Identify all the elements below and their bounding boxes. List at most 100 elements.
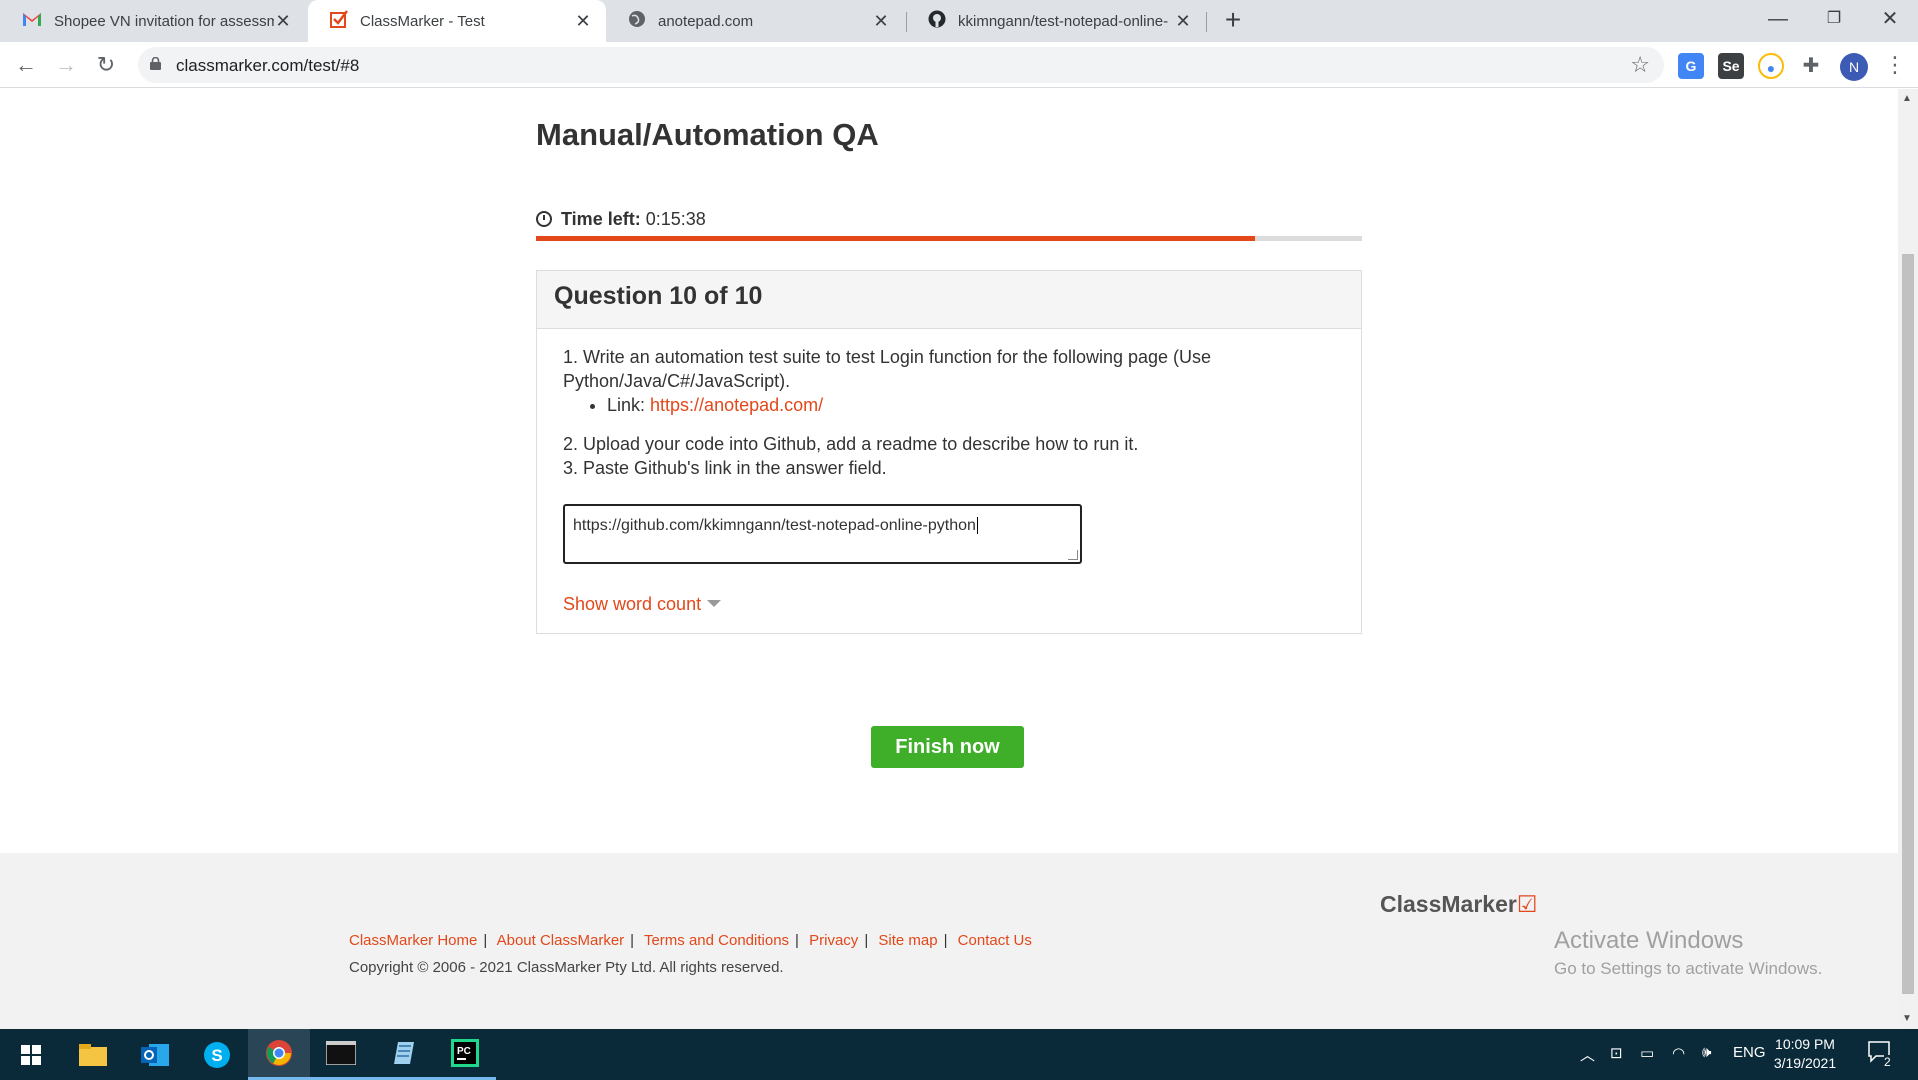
anotepad-link[interactable]: https://anotepad.com/ <box>650 395 823 415</box>
answer-value: https://github.com/kkimngann/test-notepa… <box>573 517 976 534</box>
time-progress-bar <box>536 236 1362 241</box>
classmarker-logo: ClassMarker☑ <box>1380 891 1537 918</box>
classmarker-icon <box>330 10 348 32</box>
footer-links: ClassMarker Home | About ClassMarker | Ter… <box>349 932 1032 949</box>
footer-link-sitemap[interactable]: Site map <box>878 932 937 949</box>
footer-link-contact[interactable]: Contact Us <box>958 932 1032 949</box>
footer-link-privacy[interactable]: Privacy <box>809 932 858 949</box>
question-panel: Question 10 of 10 1. Write an automation… <box>536 270 1362 634</box>
close-icon[interactable]: ✕ <box>574 11 592 32</box>
question-body: 1. Write an automation test suite to tes… <box>537 329 1361 632</box>
time-left: Time left: 0:15:38 <box>536 209 706 230</box>
page-scrollbar[interactable]: ▲ ▼ <box>1898 89 1918 1029</box>
gmail-icon <box>22 11 42 31</box>
battery-icon[interactable]: ▭ <box>1640 1044 1654 1062</box>
tab-title: anotepad.com <box>658 12 754 30</box>
outlook-icon[interactable] <box>124 1029 186 1080</box>
back-arrow-icon[interactable]: ← <box>10 50 42 82</box>
footer-link-terms[interactable]: Terms and Conditions <box>644 932 789 949</box>
skype-icon[interactable]: S <box>186 1029 248 1080</box>
footer: ClassMarker☑ ClassMarker Home | About Cla… <box>0 853 1898 1029</box>
footer-link-home[interactable]: ClassMarker Home <box>349 932 477 949</box>
restore-icon[interactable]: ❐ <box>1806 0 1862 40</box>
notification-count: 2 <box>1884 1055 1891 1069</box>
footer-link-about[interactable]: About ClassMarker <box>497 932 625 949</box>
close-icon[interactable]: ✕ <box>1174 11 1192 32</box>
time-left-label: Time left: <box>561 209 641 229</box>
taskbar-date: 3/19/2021 <box>1773 1055 1837 1071</box>
tab-separator <box>1206 12 1207 32</box>
windows-start-icon[interactable] <box>0 1029 62 1080</box>
file-explorer-icon[interactable] <box>62 1029 124 1080</box>
svg-text:PC: PC <box>457 1046 471 1057</box>
globe-icon <box>628 10 646 32</box>
tray-chevron-up-icon[interactable]: ︿ <box>1580 1044 1595 1065</box>
close-icon[interactable]: ✕ <box>872 11 890 32</box>
close-icon[interactable]: ✕ <box>274 11 292 32</box>
question-link-item: Link: https://anotepad.com/ <box>607 393 1335 417</box>
logo-text: ClassMarker <box>1380 891 1517 917</box>
show-word-count-toggle[interactable]: Show word count <box>563 592 1335 616</box>
question-line-2: 2. Upload your code into Github, add a r… <box>563 434 1139 454</box>
address-bar[interactable]: classmarker.com/test/#8 ☆ <box>138 47 1664 83</box>
activate-windows-title: Activate Windows <box>1554 927 1744 954</box>
resize-handle-icon[interactable] <box>1068 550 1078 560</box>
word-count-label: Show word count <box>563 594 702 614</box>
time-progress-fill <box>536 236 1255 241</box>
finish-now-button[interactable]: Finish now <box>871 726 1024 768</box>
browser-toolbar: ← → ↻ classmarker.com/test/#8 ☆ G Se ● ✚… <box>0 42 1918 88</box>
extensions-puzzle-icon[interactable]: ✚ <box>1798 53 1824 79</box>
taskbar-time: 10:09 PM <box>1775 1036 1835 1052</box>
page-content: Manual/Automation QA Time left: 0:15:38 … <box>0 89 1898 1029</box>
bookmark-star-icon[interactable]: ☆ <box>1630 52 1650 78</box>
tab-classmarker[interactable]: ClassMarker - Test ✕ <box>308 0 606 42</box>
reload-icon[interactable]: ↻ <box>90 50 122 82</box>
more-menu-icon[interactable]: ⋮ <box>1884 52 1906 80</box>
profile-avatar[interactable]: N <box>1840 53 1868 81</box>
scroll-up-arrow-icon[interactable]: ▲ <box>1902 93 1912 104</box>
activate-windows-watermark: Activate Windows Go to Settings to activ… <box>1554 927 1822 979</box>
tab-title: ClassMarker - Test <box>360 12 485 30</box>
notepad-app-icon[interactable] <box>372 1029 434 1080</box>
tab-anotepad[interactable]: anotepad.com ✕ <box>606 0 904 42</box>
wifi-icon[interactable]: ◠ <box>1672 1044 1685 1062</box>
scroll-down-arrow-icon[interactable]: ▼ <box>1902 1013 1912 1024</box>
forward-arrow-icon[interactable]: → <box>50 50 82 82</box>
url-text: classmarker.com/test/#8 <box>176 56 360 75</box>
scroll-thumb[interactable] <box>1902 254 1914 994</box>
chrome-extension-icon[interactable]: ● <box>1758 53 1784 79</box>
clock-icon <box>536 211 552 227</box>
link-label: Link: <box>607 395 651 415</box>
answer-textarea[interactable]: https://github.com/kkimngann/test-notepa… <box>563 504 1082 564</box>
question-line-1: 1. Write an automation test suite to tes… <box>563 347 1212 391</box>
caret-down-icon <box>707 600 722 607</box>
selenium-ide-extension-icon[interactable]: Se <box>1718 53 1744 79</box>
terminal-icon[interactable] <box>310 1029 372 1080</box>
tab-strip: Shopee VN invitation for assessm ✕ Class… <box>0 0 1918 42</box>
pycharm-icon[interactable]: PC <box>434 1029 496 1080</box>
page-title: Manual/Automation QA <box>536 117 879 152</box>
minimize-icon[interactable]: — <box>1750 0 1806 40</box>
question-link-list: Link: https://anotepad.com/ <box>607 393 1335 417</box>
svg-text:S: S <box>211 1046 222 1065</box>
copyright-text: Copyright © 2006 - 2021 ClassMarker Pty … <box>349 959 784 976</box>
window-close-icon[interactable]: ✕ <box>1862 0 1918 40</box>
tab-title: kkimngann/test-notepad-online- <box>958 12 1169 30</box>
tab-title: Shopee VN invitation for assessm <box>54 12 274 30</box>
new-tab-plus-icon[interactable]: + <box>1218 6 1248 36</box>
tab-gmail[interactable]: Shopee VN invitation for assessm ✕ <box>0 0 306 42</box>
github-icon <box>928 10 946 32</box>
activate-windows-subtitle: Go to Settings to activate Windows. <box>1554 959 1823 978</box>
network-warning-icon[interactable]: ⊡ <box>1610 1044 1623 1062</box>
tab-github[interactable]: kkimngann/test-notepad-online- ✕ <box>906 0 1206 42</box>
taskbar-clock[interactable]: 10:09 PM 3/19/2021 <box>1760 1035 1850 1073</box>
question-header: Question 10 of 10 <box>537 271 1361 329</box>
question-line-3: 3. Paste Github's link in the answer fie… <box>563 458 887 478</box>
google-translate-extension-icon[interactable]: G <box>1678 53 1704 79</box>
chrome-taskbar-icon[interactable] <box>248 1029 310 1080</box>
logo-check-icon: ☑ <box>1516 891 1538 917</box>
windows-taskbar: S PC ︿ ⊡ ▭ ◠ 🕪 ENG 10:09 PM 3/19/2021 2 <box>0 1029 1918 1080</box>
volume-icon[interactable]: 🕪 <box>1702 1044 1711 1061</box>
lock-icon <box>150 56 161 70</box>
time-left-value: 0:15:38 <box>645 209 706 229</box>
